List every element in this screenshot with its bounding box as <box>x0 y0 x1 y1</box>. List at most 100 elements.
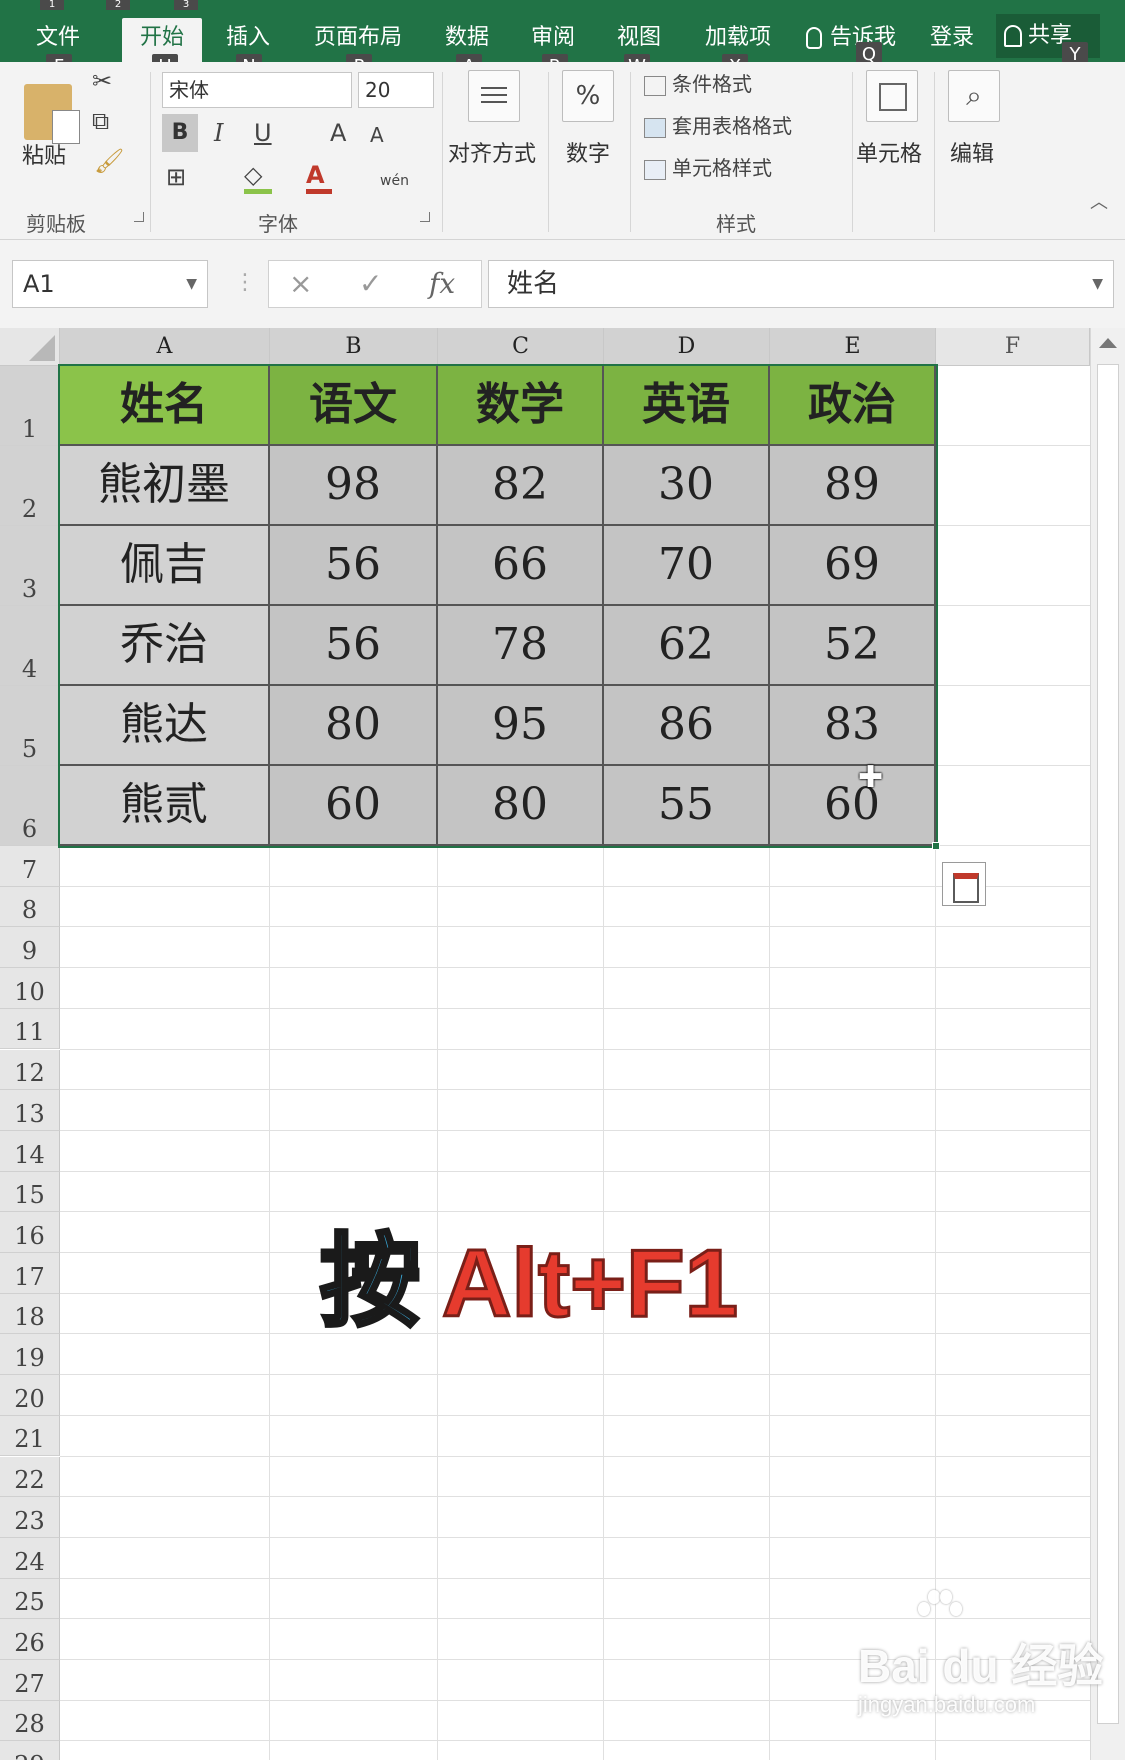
row-header-28[interactable]: 28 <box>0 1700 60 1742</box>
row-header-23[interactable]: 23 <box>0 1497 60 1538</box>
row-header-24[interactable]: 24 <box>0 1537 60 1579</box>
name-box[interactable]: A1 ▼ <box>12 260 208 308</box>
row-header-1[interactable]: 1 <box>0 366 60 446</box>
number-button-label[interactable]: 数字 <box>566 136 610 168</box>
table-cell-c2[interactable]: 82 <box>438 446 604 526</box>
table-cell-c5[interactable]: 95 <box>438 686 604 766</box>
row-header-19[interactable]: 19 <box>0 1334 60 1376</box>
row-header-13[interactable]: 13 <box>0 1090 60 1131</box>
row-header-11[interactable]: 11 <box>0 1008 60 1050</box>
row-header-3[interactable]: 3 <box>0 526 60 606</box>
table-header-cell-c1[interactable]: 数学 <box>438 366 604 446</box>
alignment-button-label[interactable]: 对齐方式 <box>448 136 536 168</box>
cells-button-label[interactable]: 单元格 <box>856 136 922 168</box>
select-all-corner[interactable] <box>0 328 60 366</box>
row-header-2[interactable]: 2 <box>0 446 60 526</box>
alignment-icon[interactable] <box>468 70 520 122</box>
scroll-thumb[interactable] <box>1097 364 1119 1724</box>
row-header-26[interactable]: 26 <box>0 1619 60 1660</box>
font-color-button[interactable]: A <box>306 160 332 194</box>
table-cell-b4[interactable]: 56 <box>270 606 438 686</box>
column-header-c[interactable]: C <box>438 328 604 366</box>
table-cell-b6[interactable]: 60 <box>270 766 438 846</box>
table-cell-d2[interactable]: 30 <box>604 446 770 526</box>
editing-button-label[interactable]: 编辑 <box>950 136 994 168</box>
column-header-e[interactable]: E <box>770 328 936 366</box>
fill-color-icon[interactable]: ◇ <box>244 160 272 194</box>
spreadsheet-grid[interactable]: A B C D E F 1 2 3 4 5 6 7 8 9 10 11 12 13 14 15 16 17 18 19 20 21 2… <box>0 328 1125 1760</box>
more-options-icon[interactable]: ⋮ <box>234 270 256 295</box>
row-header-12[interactable]: 12 <box>0 1049 60 1091</box>
cut-icon[interactable]: ✂ <box>92 66 112 96</box>
table-cell-d4[interactable]: 62 <box>604 606 770 686</box>
clipboard-launcher-icon[interactable] <box>134 212 144 222</box>
bold-button[interactable]: B <box>162 114 198 152</box>
table-cell-a6[interactable]: 熊贰 <box>60 766 270 846</box>
row-header-20[interactable]: 20 <box>0 1375 60 1416</box>
paste-label[interactable]: 粘贴 <box>22 138 66 170</box>
font-name-input[interactable]: 宋体 <box>162 72 352 108</box>
percent-icon[interactable]: % <box>562 70 614 122</box>
table-header-cell-b1[interactable]: 语文 <box>270 366 438 446</box>
quick-analysis-icon[interactable] <box>942 862 986 906</box>
column-header-b[interactable]: B <box>270 328 438 366</box>
table-header-cell-d1[interactable]: 英语 <box>604 366 770 446</box>
row-header-7[interactable]: 7 <box>0 846 60 887</box>
insert-function-icon[interactable]: fx <box>429 261 455 307</box>
column-header-d[interactable]: D <box>604 328 770 366</box>
table-cell-c3[interactable]: 66 <box>438 526 604 606</box>
table-cell-e3[interactable]: 69 <box>770 526 936 606</box>
phonetic-guide-icon[interactable]: wén <box>380 166 409 196</box>
conditional-formatting-button[interactable]: 条件格式 <box>644 68 752 97</box>
cancel-icon[interactable]: × <box>289 261 312 307</box>
shrink-font-button[interactable]: A <box>370 120 384 150</box>
column-header-f[interactable]: F <box>936 328 1090 366</box>
font-size-input[interactable]: 20 <box>358 72 434 108</box>
row-header-14[interactable]: 14 <box>0 1130 60 1172</box>
row-header-9[interactable]: 9 <box>0 927 60 969</box>
table-header-cell-a1[interactable]: 姓名 <box>60 366 270 446</box>
row-header-27[interactable]: 27 <box>0 1660 60 1701</box>
cell-styles-button[interactable]: 单元格样式 <box>644 152 772 181</box>
table-header-cell-e1[interactable]: 政治 <box>770 366 936 446</box>
find-icon[interactable]: ⌕ <box>948 70 1000 122</box>
row-header-5[interactable]: 5 <box>0 686 60 766</box>
expand-formula-icon[interactable]: ▼ <box>1092 261 1103 307</box>
table-cell-c4[interactable]: 78 <box>438 606 604 686</box>
row-header-6[interactable]: 6 <box>0 766 60 846</box>
table-cell-e5[interactable]: 83 <box>770 686 936 766</box>
row-header-21[interactable]: 21 <box>0 1415 60 1457</box>
cells-icon[interactable] <box>866 70 918 122</box>
table-cell-d5[interactable]: 86 <box>604 686 770 766</box>
collapse-ribbon-icon[interactable]: ︿ <box>1090 188 1108 218</box>
fill-handle[interactable] <box>932 842 940 850</box>
table-cell-e2[interactable]: 89 <box>770 446 936 526</box>
row-header-8[interactable]: 8 <box>0 886 60 928</box>
tell-me-search[interactable]: 告诉我 <box>806 18 896 58</box>
scroll-up-icon[interactable] <box>1099 338 1117 348</box>
copy-icon[interactable]: ⧉ <box>92 106 109 136</box>
format-painter-icon[interactable]: 🖌 <box>94 146 124 176</box>
row-header-10[interactable]: 10 <box>0 968 60 1009</box>
paste-icon[interactable] <box>24 84 80 144</box>
vertical-scrollbar[interactable] <box>1090 328 1125 1760</box>
table-cell-a3[interactable]: 佩吉 <box>60 526 270 606</box>
enter-icon[interactable]: ✓ <box>359 261 382 307</box>
row-header-4[interactable]: 4 <box>0 606 60 686</box>
table-cell-e4[interactable]: 52 <box>770 606 936 686</box>
font-launcher-icon[interactable] <box>420 212 430 222</box>
italic-button[interactable]: I <box>214 118 223 148</box>
table-cell-b5[interactable]: 80 <box>270 686 438 766</box>
format-as-table-button[interactable]: 套用表格格式 <box>644 110 792 139</box>
column-header-a[interactable]: A <box>60 328 270 366</box>
borders-icon[interactable]: ⊞ <box>166 162 186 192</box>
table-cell-a5[interactable]: 熊达 <box>60 686 270 766</box>
row-header-22[interactable]: 22 <box>0 1456 60 1498</box>
table-cell-d6[interactable]: 55 <box>604 766 770 846</box>
grow-font-button[interactable]: A <box>330 118 346 148</box>
table-cell-a2[interactable]: 熊初墨 <box>60 446 270 526</box>
formula-input[interactable]: 姓名 ▼ <box>488 260 1114 308</box>
table-cell-e6[interactable]: 60 <box>770 766 936 846</box>
row-header-16[interactable]: 16 <box>0 1212 60 1253</box>
table-cell-b2[interactable]: 98 <box>270 446 438 526</box>
